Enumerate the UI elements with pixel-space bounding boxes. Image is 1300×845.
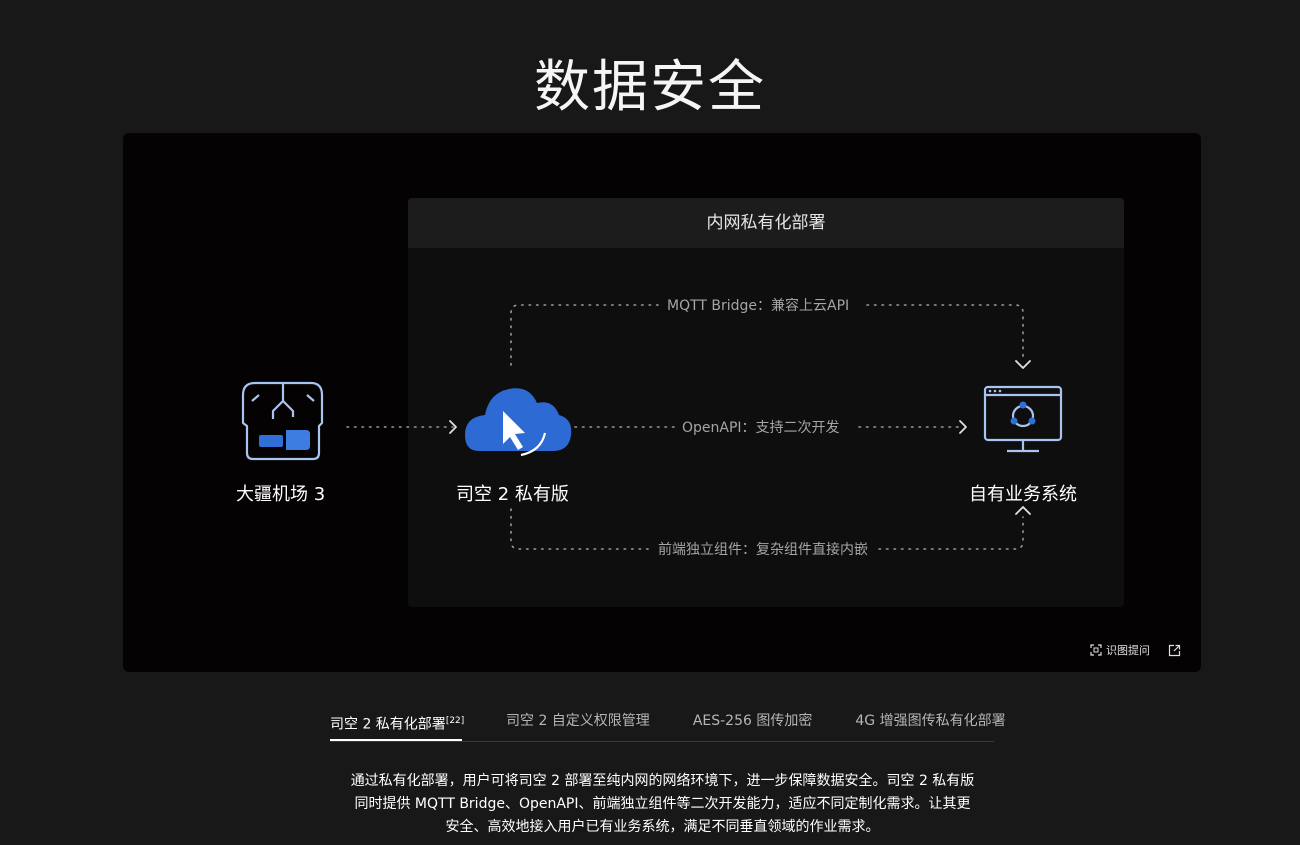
openapi-label: OpenAPI：支持二次开发 <box>682 420 840 436</box>
dock-icon <box>241 381 324 461</box>
page-title: 数据安全 <box>534 54 766 120</box>
frontend-component-label: 前端独立组件：复杂组件直接内嵌 <box>658 542 868 558</box>
description-paragraph: 通过私有化部署，用户可将司空 2 部署至纯内网的网络环境下，进一步保障数据安全。… <box>340 770 985 839</box>
arrow-down-system <box>1015 360 1031 369</box>
cloud-cursor-icon <box>465 388 572 457</box>
system-label: 自有业务系统 <box>969 484 1077 505</box>
monitor-network-icon <box>983 385 1063 453</box>
arrow-up-system <box>1015 506 1031 515</box>
dock-blue-block <box>259 435 283 447</box>
open-image-button[interactable] <box>1168 644 1181 657</box>
image-toolbar: 识图提问 <box>1090 642 1181 658</box>
scan-icon <box>1090 644 1102 656</box>
feature-tabs: 司空 2 私有化部署[22] 司空 2 自定义权限管理 AES-256 图传加密… <box>330 702 1006 742</box>
tab-aes-encryption[interactable]: AES-256 图传加密 <box>693 702 813 740</box>
description-line-3: 安全、高效地接入用户已有业务系统，满足不同垂直领域的作业需求。 <box>445 819 880 835</box>
arrow-to-system <box>959 420 967 434</box>
ask-about-image-label: 识图提问 <box>1106 644 1150 657</box>
tab-private-deployment[interactable]: 司空 2 私有化部署[22] <box>330 702 464 741</box>
external-link-icon <box>1168 644 1181 656</box>
citation-sup[interactable]: [22] <box>446 716 464 726</box>
description-line-2: 同时提供 MQTT Bridge、OpenAPI、前端独立组件等二次开发能力，适… <box>354 796 971 812</box>
mqtt-bridge-label: MQTT Bridge：兼容上云API <box>667 298 850 314</box>
ask-about-image-button[interactable]: 识图提问 <box>1090 642 1150 658</box>
description-line-1: 通过私有化部署，用户可将司空 2 部署至纯内网的网络环境下，进一步保障数据安全。… <box>350 773 975 789</box>
dock-label: 大疆机场 3 <box>236 484 326 505</box>
diagram-image: 内网私有化部署 MQTT Bridge：兼容上云API OpenAPI：支持二次… <box>123 133 1201 672</box>
tab-custom-permissions[interactable]: 司空 2 自定义权限管理 <box>506 702 650 740</box>
diagram-connections <box>241 304 1063 550</box>
cloud-label: 司空 2 私有版 <box>456 484 569 505</box>
tab-4g-transmission[interactable]: 4G 增强图传私有化部署 <box>855 702 1005 740</box>
